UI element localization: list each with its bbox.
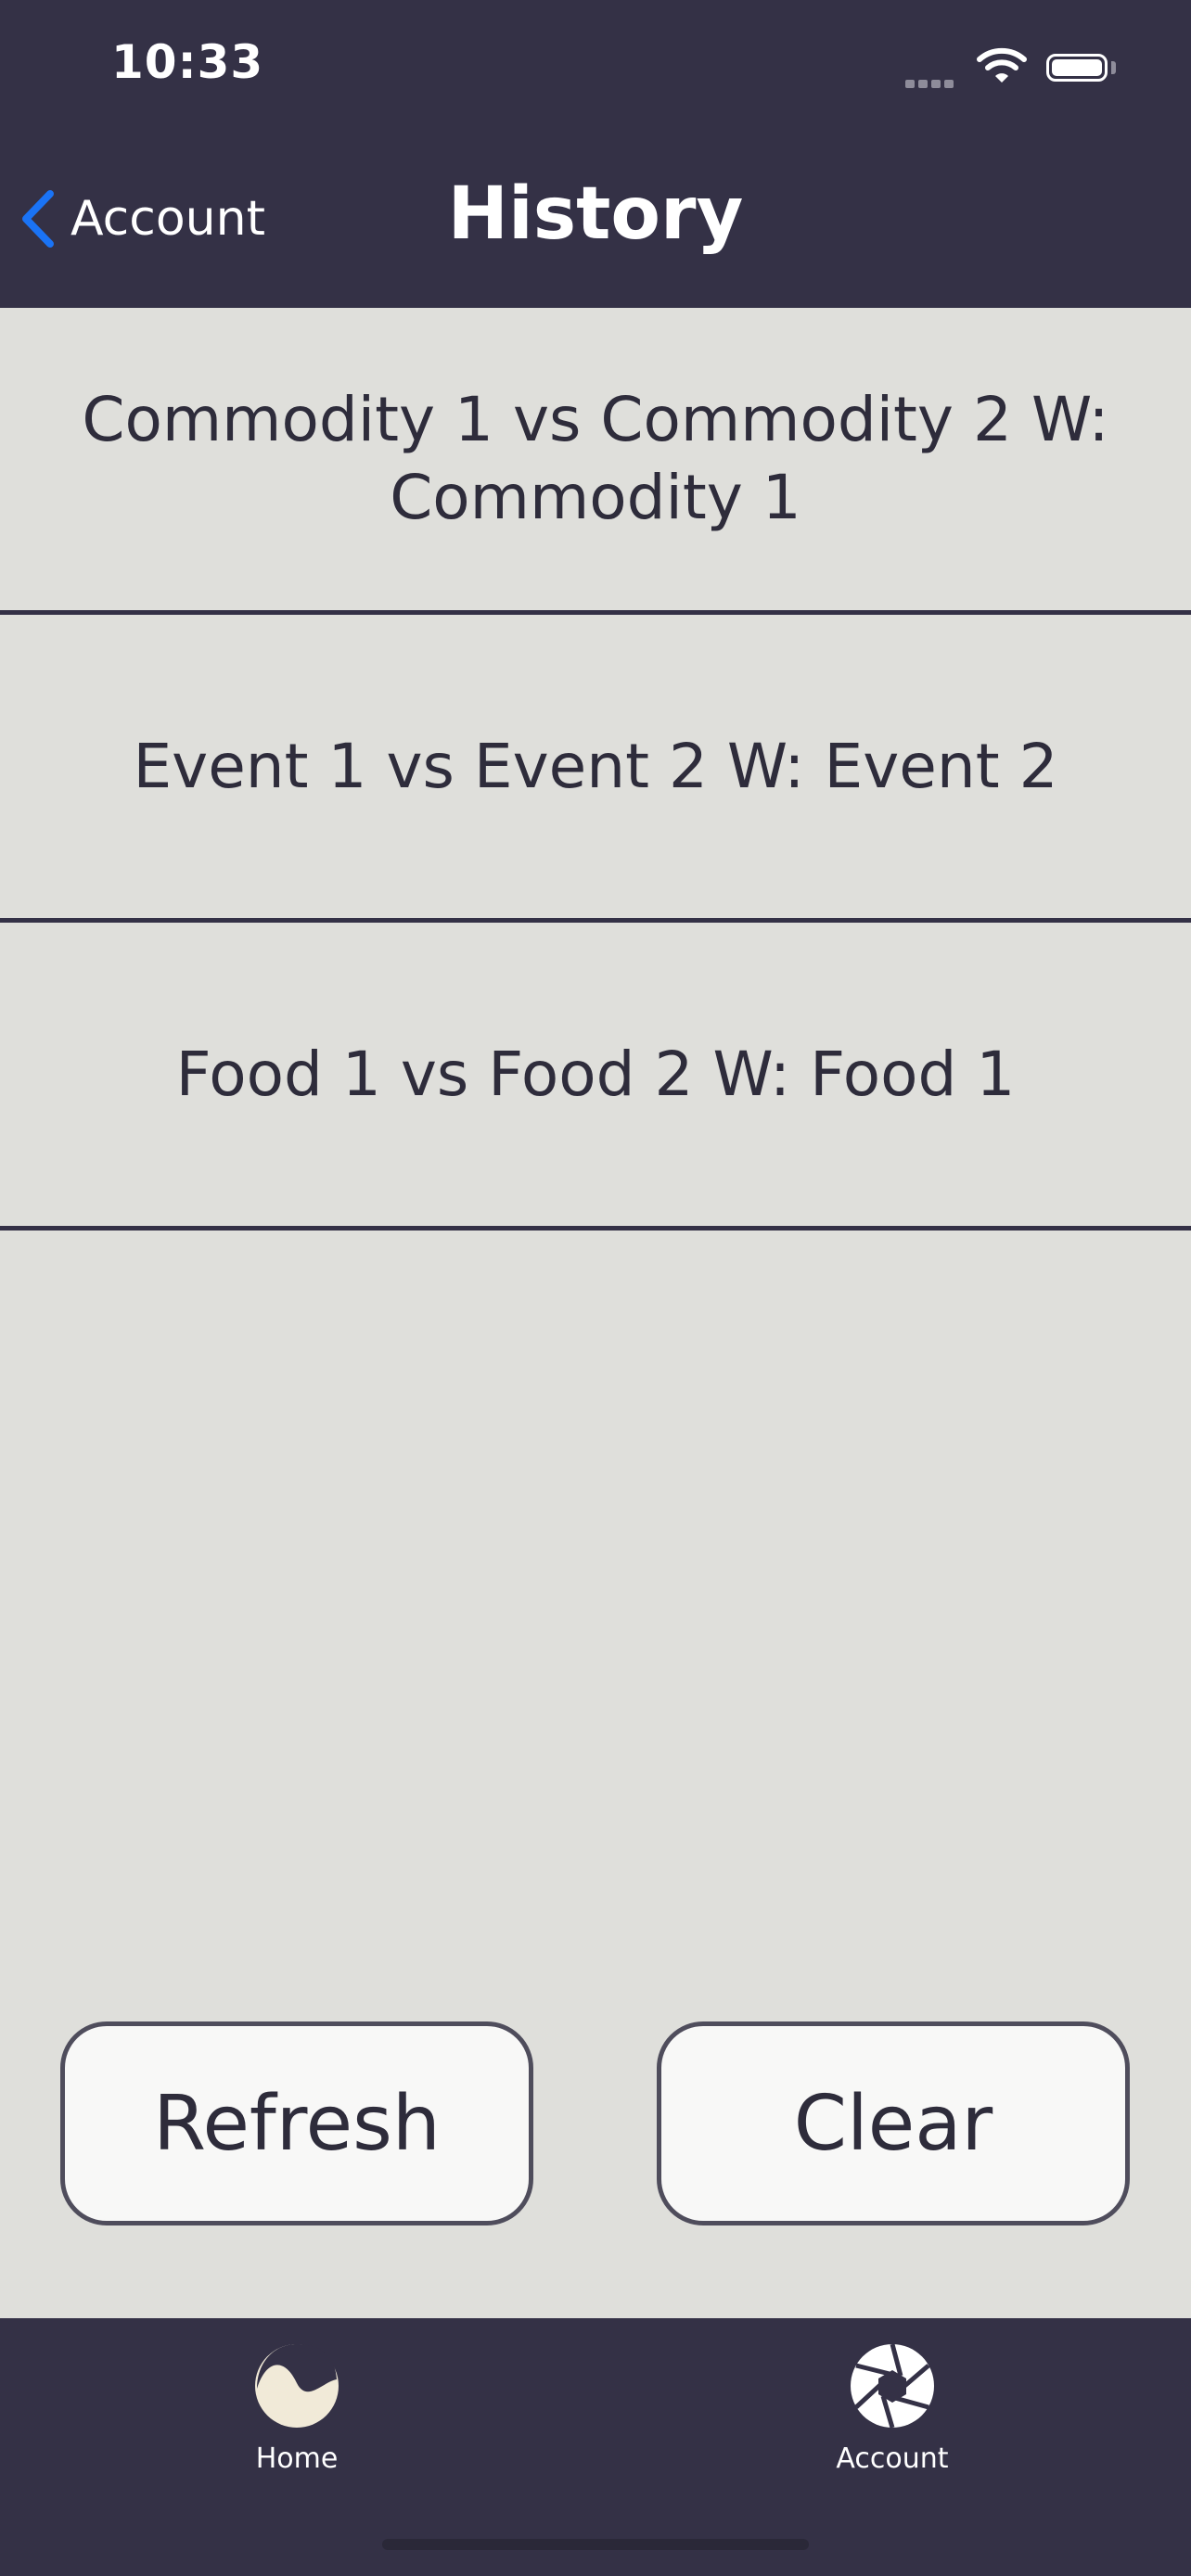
wifi-icon — [976, 46, 1028, 87]
top-bar: 10:33 Account History — [0, 0, 1191, 308]
home-indicator — [382, 2539, 809, 2550]
history-list: Commodity 1 vs Commodity 2 W: Commodity … — [0, 308, 1191, 1231]
history-item[interactable]: Commodity 1 vs Commodity 2 W: Commodity … — [0, 308, 1191, 615]
refresh-button[interactable]: Refresh — [60, 2021, 533, 2225]
battery-tip — [1111, 61, 1116, 74]
history-item[interactable]: Food 1 vs Food 2 W: Food 1 — [0, 923, 1191, 1231]
tab-bar: Home Account — [0, 2318, 1191, 2576]
home-wave-icon — [255, 2344, 339, 2428]
tab-account[interactable]: Account — [753, 2342, 1031, 2475]
tab-home-label: Home — [255, 2442, 339, 2475]
page-title: History — [447, 172, 744, 256]
battery-icon — [1046, 54, 1108, 82]
clear-button[interactable]: Clear — [657, 2021, 1130, 2225]
tab-home[interactable]: Home — [158, 2342, 436, 2475]
tab-account-label: Account — [836, 2442, 949, 2475]
cellular-signal-icon — [905, 74, 957, 92]
status-time: 10:33 — [111, 35, 264, 89]
aperture-icon — [851, 2343, 934, 2429]
history-item[interactable]: Event 1 vs Event 2 W: Event 2 — [0, 615, 1191, 923]
